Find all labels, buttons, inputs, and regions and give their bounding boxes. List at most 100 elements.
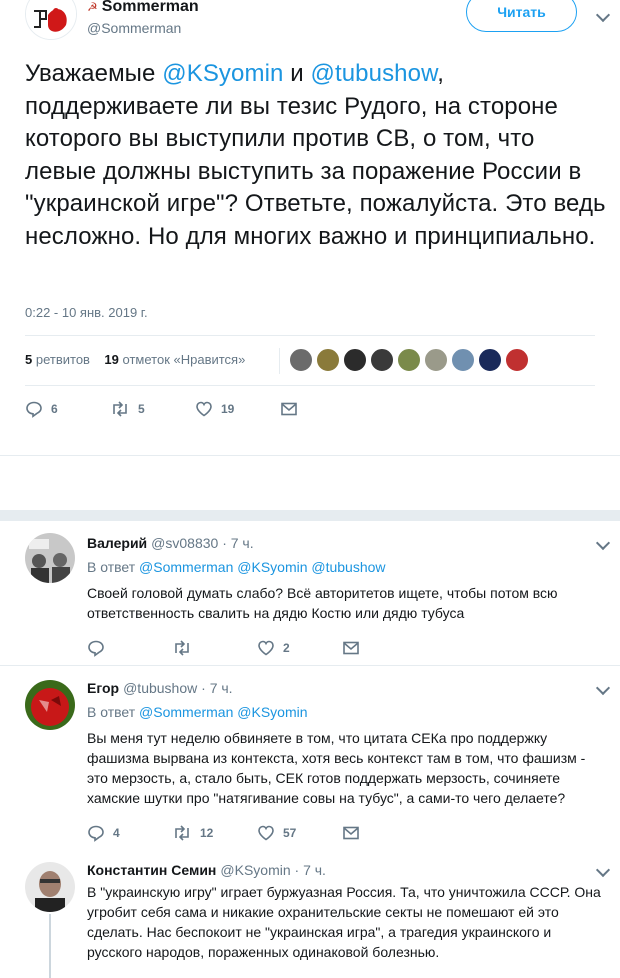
- envelope-icon: [281, 402, 297, 416]
- retweet-icon: [175, 825, 189, 841]
- avatar[interactable]: [25, 533, 75, 583]
- liker-avatar[interactable]: [289, 348, 313, 372]
- liker-avatar[interactable]: [478, 348, 502, 372]
- heart-icon: [258, 825, 274, 841]
- author-handle[interactable]: @sv08830: [151, 535, 218, 551]
- avatar-image: [26, 0, 76, 39]
- reply-text: Вы меня тут неделю обвиняете в том, что …: [87, 730, 586, 806]
- liker-avatar[interactable]: [397, 348, 421, 372]
- chevron-down-icon[interactable]: [595, 862, 611, 878]
- tweet-text-part: , поддерживаете ли вы тезис Рудого, на с…: [25, 60, 606, 250]
- reply-time[interactable]: · 7 ч.: [201, 680, 232, 696]
- reply-count: 4: [113, 826, 120, 840]
- reply-compose-area[interactable]: [0, 455, 620, 511]
- section-separator: [0, 511, 620, 521]
- reply-header: Валерий @sv08830 · 7 ч.: [87, 535, 254, 551]
- mention-link[interactable]: @KSyomin: [162, 60, 283, 87]
- thread-line: [49, 914, 51, 978]
- retweet-button[interactable]: 5: [110, 398, 145, 420]
- reply-header: Константин Семин @KSyomin · 7 ч.: [87, 862, 326, 878]
- direct-message-button[interactable]: [342, 822, 360, 844]
- liker-avatar[interactable]: [343, 348, 367, 372]
- likes-label[interactable]: отметок «Нравится»: [123, 352, 246, 367]
- reply-time[interactable]: · 7 ч.: [295, 862, 326, 878]
- hammer-sickle-icon: ☭: [87, 0, 98, 14]
- reply-icon: [88, 640, 104, 657]
- retweets-count[interactable]: 5: [25, 352, 32, 367]
- tweet-stats: 5 ретвитов 19 отметок «Нравится»: [25, 352, 245, 367]
- follow-button[interactable]: Читать: [466, 0, 577, 32]
- in-reply-label: В ответ: [87, 559, 136, 575]
- divider: [25, 385, 595, 386]
- heart-icon: [196, 401, 212, 417]
- main-tweet: ☭ Sommerman @Sommerman Читать Уважаемые @…: [0, 0, 620, 455]
- reply-icon: [26, 401, 42, 418]
- liker-avatar[interactable]: [451, 348, 475, 372]
- avatar[interactable]: [25, 0, 77, 40]
- liker-avatar[interactable]: [424, 348, 448, 372]
- reply-tweet[interactable]: Валерий @sv08830 · 7 ч. В ответ @Sommerma…: [0, 521, 620, 666]
- reply-actions: 2: [87, 637, 387, 659]
- likes-count[interactable]: 19: [104, 352, 118, 367]
- in-reply-mentions[interactable]: @Sommerman @KSyomin @tubushow: [139, 559, 386, 575]
- reply-text: В "украинскую игру" играет буржуазная Ро…: [87, 884, 601, 960]
- reply-text: Своей головой думать слабо? Всё авторите…: [87, 585, 558, 621]
- reply-tweet[interactable]: Егор @tubushow · 7 ч. В ответ @Sommerman …: [0, 666, 620, 848]
- author-handle[interactable]: @tubushow: [123, 680, 197, 696]
- reply-button[interactable]: 4: [87, 822, 120, 844]
- like-count: 2: [283, 641, 290, 655]
- liker-avatar[interactable]: [370, 348, 394, 372]
- like-button[interactable]: 57: [257, 822, 296, 844]
- like-count: 57: [283, 826, 297, 840]
- author-handle[interactable]: @Sommerman: [87, 20, 181, 36]
- chevron-down-icon[interactable]: [595, 680, 611, 696]
- envelope-icon: [343, 826, 359, 840]
- reply-header: Егор @tubushow · 7 ч.: [87, 680, 233, 696]
- author-handle[interactable]: @KSyomin: [220, 862, 290, 878]
- in-reply-to: В ответ @Sommerman @KSyomin: [87, 704, 308, 720]
- avatar-image: [25, 680, 75, 730]
- author-name[interactable]: ☭ Sommerman: [87, 0, 199, 16]
- reply-tweet[interactable]: Константин Семин @KSyomin · 7 ч. В "украи…: [0, 848, 620, 978]
- reply-icon: [88, 825, 104, 842]
- tweet-text-part: и: [283, 60, 311, 87]
- retweet-button[interactable]: [172, 637, 192, 659]
- tweet-text: Уважаемые @KSyomin и @tubushow, поддержи…: [25, 58, 610, 253]
- direct-message-button[interactable]: [342, 637, 360, 659]
- retweet-icon: [113, 401, 127, 417]
- retweet-count: 5: [138, 402, 145, 416]
- direct-message-button[interactable]: [280, 398, 298, 420]
- stats-separator: [279, 348, 280, 374]
- reply-button[interactable]: [87, 637, 105, 659]
- retweet-button[interactable]: 12: [172, 822, 213, 844]
- reply-button[interactable]: 6: [25, 398, 58, 420]
- reply-count: 6: [51, 402, 58, 416]
- like-button[interactable]: 19: [195, 398, 234, 420]
- in-reply-label: В ответ: [87, 704, 136, 720]
- liker-avatar[interactable]: [505, 348, 529, 372]
- reply-actions: 4 12 57: [87, 822, 387, 844]
- chevron-down-icon[interactable]: [595, 535, 611, 551]
- author-name[interactable]: Егор: [87, 680, 119, 696]
- like-count: 19: [221, 402, 235, 416]
- mention-link[interactable]: @tubushow: [311, 60, 438, 87]
- author-name[interactable]: Константин Семин: [87, 862, 216, 878]
- author-name[interactable]: Валерий: [87, 535, 147, 551]
- like-button[interactable]: 2: [257, 637, 290, 659]
- tweet-text-part: Уважаемые: [25, 60, 163, 87]
- liker-avatar[interactable]: [316, 348, 340, 372]
- avatar[interactable]: [25, 862, 75, 912]
- chevron-down-icon[interactable]: [595, 7, 611, 23]
- envelope-icon: [343, 641, 359, 655]
- tweet-actions: 6 5 19: [25, 398, 325, 422]
- author-name-text[interactable]: Sommerman: [102, 0, 199, 15]
- in-reply-to: В ответ @Sommerman @KSyomin @tubushow: [87, 559, 386, 575]
- tweet-timestamp[interactable]: 0:22 - 10 янв. 2019 г.: [25, 305, 148, 320]
- divider: [25, 335, 595, 336]
- retweets-label[interactable]: ретвитов: [36, 352, 90, 367]
- likers-avatars: [289, 348, 529, 374]
- avatar[interactable]: [25, 680, 75, 730]
- in-reply-mentions[interactable]: @Sommerman @KSyomin: [139, 704, 307, 720]
- avatar-image: [25, 862, 75, 912]
- reply-time[interactable]: · 7 ч.: [222, 535, 253, 551]
